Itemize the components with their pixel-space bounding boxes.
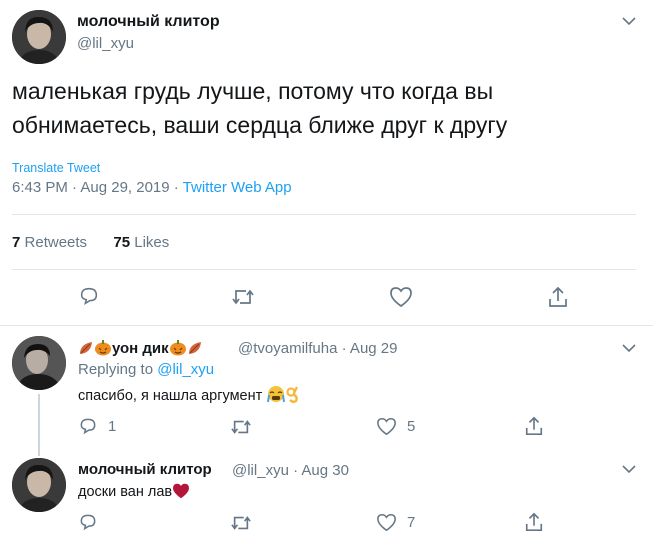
- reply2-text-body: доски ван лав: [78, 484, 173, 500]
- reply2-reply-button[interactable]: [78, 512, 108, 532]
- likes-label[interactable]: Likes: [134, 234, 169, 251]
- main-author-handle[interactable]: @lil_xyu: [77, 35, 134, 52]
- reply1-like-button[interactable]: 5: [376, 417, 415, 436]
- pumpkin-icon: [94, 339, 112, 360]
- like-button[interactable]: [389, 286, 413, 308]
- leaf-icon: [187, 340, 203, 360]
- replying-to-prefix: Replying to: [78, 361, 158, 378]
- reply-button[interactable]: [78, 285, 100, 307]
- likes-count[interactable]: 75: [113, 234, 130, 251]
- reply1-author-avatar[interactable]: [12, 336, 66, 390]
- reply1-text: спасибо, я нашла аргумент: [78, 385, 300, 407]
- main-author-avatar[interactable]: [12, 10, 66, 64]
- main-tweet-text: маленькая грудь лучше, потому что когда …: [12, 78, 508, 138]
- reply1-author-name[interactable]: уон дик: [78, 339, 203, 360]
- reply1-share-button[interactable]: [524, 415, 544, 437]
- share-icon: [549, 286, 567, 307]
- reply1-handle-date[interactable]: @tvoyamilfuha · Aug 29: [238, 340, 397, 357]
- like-icon: [390, 287, 412, 308]
- reply-icon: [80, 514, 96, 531]
- reply2-retweet-button[interactable]: [230, 513, 262, 533]
- reply2-author-avatar[interactable]: [12, 458, 66, 512]
- thread-line: [38, 394, 40, 456]
- divider: [12, 214, 636, 215]
- reply2-like-button[interactable]: 7: [376, 513, 415, 532]
- main-author-name[interactable]: молочный клитор: [77, 13, 220, 31]
- chevron-down-icon[interactable]: [620, 342, 638, 354]
- reply2-like-count: 7: [407, 514, 416, 531]
- retweets-label[interactable]: Retweets: [25, 234, 88, 251]
- chevron-down-icon[interactable]: [620, 15, 638, 27]
- retweet-icon: [232, 289, 254, 305]
- reply-icon: [80, 287, 98, 305]
- reply1-reply-button[interactable]: 1: [78, 416, 116, 436]
- leaf-icon: [78, 340, 94, 360]
- reply1-retweet-button[interactable]: [230, 417, 262, 437]
- replying-to: Replying to @lil_xyu: [78, 361, 214, 378]
- translate-tweet-link[interactable]: Translate Tweet: [12, 161, 100, 175]
- divider: [0, 325, 653, 326]
- reply2-text: доски ван лав: [78, 483, 190, 503]
- retweet-button[interactable]: [231, 286, 255, 308]
- reply-icon: [80, 418, 96, 435]
- share-button[interactable]: [547, 285, 569, 309]
- like-icon: [377, 513, 396, 532]
- ok-hand-icon: [286, 385, 300, 407]
- red-heart-icon: [172, 483, 190, 503]
- replying-to-handle[interactable]: @lil_xyu: [157, 361, 214, 378]
- chevron-down-icon[interactable]: [620, 463, 638, 475]
- share-icon: [525, 512, 543, 531]
- retweet-icon: [231, 420, 251, 434]
- reply2-handle-date[interactable]: @lil_xyu · Aug 30: [232, 462, 349, 479]
- crying-face-icon: [266, 385, 286, 407]
- reply1-like-count: 5: [407, 418, 416, 435]
- retweet-icon: [231, 516, 251, 530]
- reply1-text-body: спасибо, я нашла аргумент: [78, 388, 263, 404]
- share-icon: [525, 416, 543, 435]
- like-icon: [377, 417, 396, 436]
- reply1-reply-count: 1: [108, 417, 117, 435]
- reply1-display-name[interactable]: уон дик: [112, 340, 169, 357]
- divider: [12, 269, 636, 270]
- tweet-time-date[interactable]: 6:43 PM · Aug 29, 2019 ·: [12, 179, 183, 196]
- tweet-stats: 7 Retweets 75 Likes: [12, 234, 169, 251]
- tweet-source-app[interactable]: Twitter Web App: [183, 179, 292, 196]
- tweet-timestamp: 6:43 PM · Aug 29, 2019 · Twitter Web App: [12, 179, 292, 196]
- retweets-count[interactable]: 7: [12, 234, 20, 251]
- pumpkin-icon: [169, 339, 187, 360]
- reply2-share-button[interactable]: [524, 511, 544, 533]
- reply2-author-name[interactable]: молочный клитор: [78, 461, 212, 478]
